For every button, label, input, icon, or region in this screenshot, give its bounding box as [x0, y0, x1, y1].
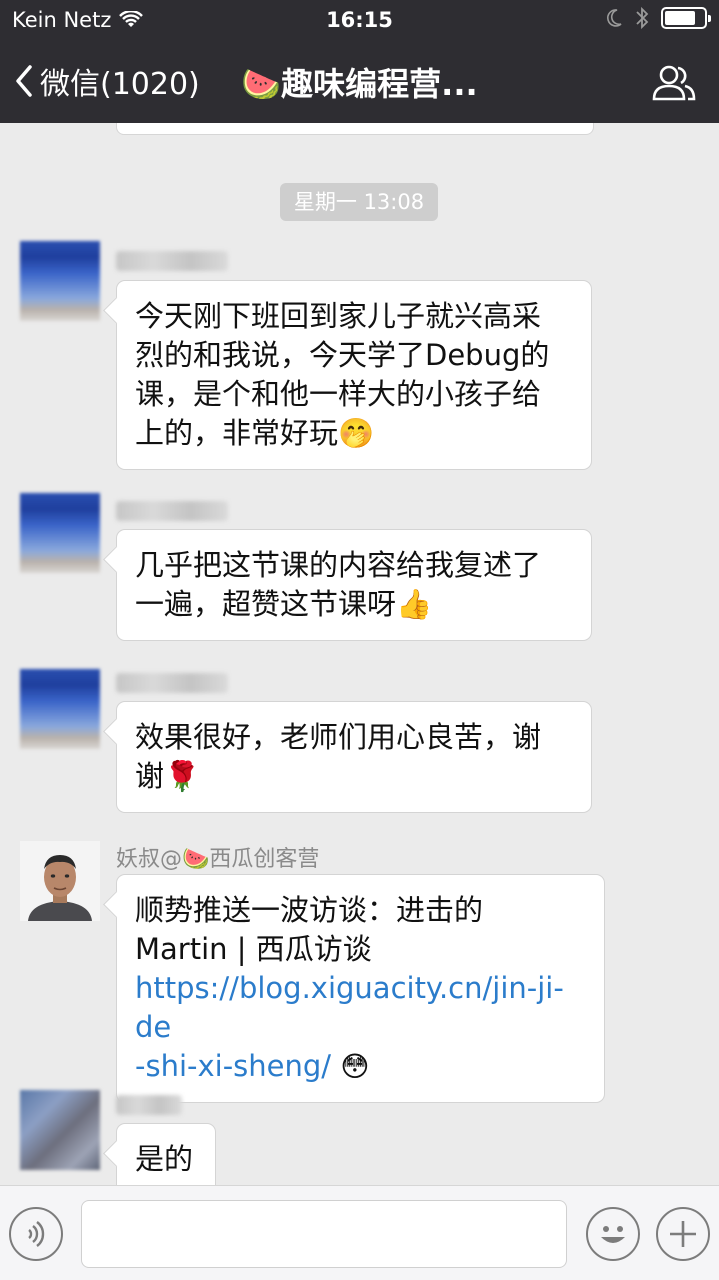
message-bubble[interactable]: 顺势推送一波访谈：进击的 Martin | 西瓜访谈 https://blog.… — [116, 874, 605, 1103]
group-members-button[interactable] — [651, 63, 697, 103]
message-line: 上的，非常好玩🤭 — [135, 416, 375, 450]
message-line: 几乎把这节课的内容给我复述了 — [135, 548, 542, 582]
message-line: 今天刚下班回到家儿子就兴高采 — [135, 299, 542, 333]
chat-title: 🍉趣味编程营... — [241, 65, 478, 103]
message-bubble[interactable]: 是的 — [116, 1123, 216, 1185]
top-bar: Kein Netz 16:15 微信(1020) 🍉趣味编程营... — [0, 0, 719, 123]
more-button[interactable] — [656, 1207, 710, 1261]
message-line: Martin | 西瓜访谈 — [135, 932, 372, 966]
person-photo-icon — [20, 841, 100, 921]
message-input[interactable] — [81, 1200, 567, 1268]
avatar[interactable] — [20, 669, 100, 749]
emoji-icon — [601, 1226, 625, 1243]
plus-icon — [670, 1221, 696, 1247]
message-line: 课，是个和他一样大的小孩子给 — [135, 377, 542, 411]
voice-button[interactable] — [9, 1207, 63, 1261]
message-line: 效果很好，老师们用心良苦，谢 — [135, 720, 542, 754]
article-link[interactable]: https://blog.xiguacity.cn/jin-ji-de — [135, 969, 586, 1047]
avatar[interactable] — [20, 493, 100, 573]
message-line: 一遍，超赞这节课呀👍 — [135, 587, 433, 621]
message-bubble[interactable]: 效果很好，老师们用心良苦，谢 谢🌹 — [116, 701, 592, 813]
message-bubble[interactable]: 今天刚下班回到家儿子就兴高采 烈的和我说，今天学了Debug的 课，是个和他一样… — [116, 280, 592, 470]
message-line: 烈的和我说，今天学了Debug的 — [135, 338, 550, 372]
nav-bar: 微信(1020) 🍉趣味编程营... — [0, 45, 719, 117]
moon-icon — [607, 9, 622, 27]
sender-name-blurred — [116, 251, 228, 271]
status-bar: Kein Netz 16:15 — [0, 0, 719, 40]
sender-name-blurred — [116, 501, 228, 521]
voice-icon — [28, 1221, 45, 1247]
article-link-continued[interactable]: -shi-xi-sheng/ — [135, 1049, 331, 1083]
avatar[interactable] — [20, 841, 100, 921]
bluetooth-icon — [636, 6, 649, 30]
chat-area[interactable]: 星期一 13:08 今天刚下班回到家儿子就兴高采 烈的和我说，今天学了Debug… — [0, 123, 719, 1185]
emoji-button[interactable] — [586, 1207, 640, 1261]
message-line: 是的 — [135, 1142, 194, 1176]
status-right — [605, 6, 711, 30]
message-line: 谢🌹 — [135, 759, 201, 793]
previous-message-bubble — [116, 123, 594, 135]
flushed-face-emoji: 😳 — [340, 1050, 370, 1083]
timestamp-divider: 星期一 13:08 — [280, 183, 438, 221]
avatar[interactable] — [20, 241, 100, 321]
avatar[interactable] — [20, 1090, 100, 1170]
input-bar — [0, 1185, 719, 1280]
battery-icon — [661, 7, 711, 29]
sender-name-blurred — [116, 1095, 182, 1115]
group-members-icon — [652, 65, 696, 101]
sender-name-blurred — [116, 673, 228, 693]
sender-name: 妖叔@🍉西瓜创客营 — [116, 847, 320, 872]
message-line: 顺势推送一波访谈：进击的 — [135, 893, 484, 927]
message-bubble[interactable]: 几乎把这节课的内容给我复述了 一遍，超赞这节课呀👍 — [116, 529, 592, 641]
